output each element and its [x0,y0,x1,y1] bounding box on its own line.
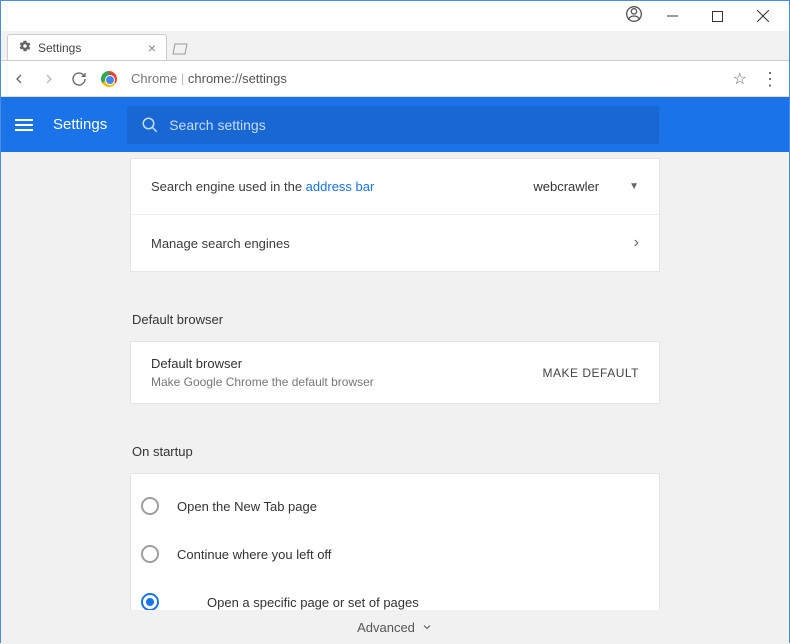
search-input[interactable] [169,117,645,133]
search-engine-label: Search engine used in the [151,179,306,194]
close-icon[interactable]: × [148,40,156,56]
hamburger-icon[interactable] [15,119,33,131]
forward-button[interactable] [41,71,57,87]
back-button[interactable] [11,71,27,87]
advanced-toggle[interactable]: Advanced [1,610,789,644]
titlebar [1,1,789,31]
advanced-label: Advanced [357,620,415,635]
default-browser-section: Default browser [130,292,660,335]
startup-option-newtab[interactable]: Open the New Tab page [131,482,659,530]
chevron-down-icon [421,621,433,633]
startup-card: Open the New Tab page Continue where you… [130,473,660,610]
default-browser-card: Default browser Make Google Chrome the d… [130,341,660,404]
bookmark-icon[interactable]: ☆ [733,69,747,89]
address-bar: Chrome | chrome://settings ☆ ⋮ [1,61,789,97]
search-icon [141,116,159,134]
default-browser-title: Default browser [151,356,543,371]
search-engine-card: Search engine used in the address bar we… [130,158,660,272]
chevron-right-icon: › [634,234,639,252]
new-tab-button[interactable] [167,38,193,60]
chrome-icon [101,71,117,87]
chevron-down-icon[interactable]: ▼ [629,181,639,192]
default-browser-sub: Make Google Chrome the default browser [151,375,543,389]
search-engine-row[interactable]: Search engine used in the address bar we… [131,159,659,215]
account-icon[interactable] [626,6,642,27]
option-label: Open a specific page or set of pages [207,595,419,610]
tab-strip: Settings × [1,31,789,61]
tab-settings[interactable]: Settings × [7,34,167,60]
menu-icon[interactable]: ⋮ [761,70,779,88]
browser-window: Settings × Chrome | chrome://settings ☆ … [0,0,790,643]
search-engine-selected[interactable]: webcrawler [533,179,599,194]
radio-icon[interactable] [141,497,159,515]
radio-icon[interactable] [141,545,159,563]
maximize-button[interactable] [695,2,740,30]
page-title: Settings [53,116,107,133]
content-area: Search engine used in the address bar we… [1,152,789,610]
startup-option-specific[interactable]: Open a specific page or set of pages [131,578,659,610]
startup-option-continue[interactable]: Continue where you left off [131,530,659,578]
radio-icon[interactable] [141,593,159,610]
make-default-button[interactable]: MAKE DEFAULT [543,366,639,380]
url-text[interactable]: Chrome | chrome://settings [131,71,287,86]
option-label: Continue where you left off [177,547,331,562]
default-browser-row: Default browser Make Google Chrome the d… [131,342,659,403]
address-bar-link[interactable]: address bar [306,179,375,194]
tab-title: Settings [38,41,81,55]
close-button[interactable] [740,2,785,30]
search-box[interactable] [127,106,659,144]
minimize-button[interactable] [650,2,695,30]
manage-engines-label: Manage search engines [151,236,634,251]
option-label: Open the New Tab page [177,499,317,514]
settings-header: Settings [1,97,789,152]
manage-engines-row[interactable]: Manage search engines › [131,215,659,271]
on-startup-section: On startup [130,424,660,467]
reload-button[interactable] [71,71,87,87]
gear-icon [18,39,32,56]
